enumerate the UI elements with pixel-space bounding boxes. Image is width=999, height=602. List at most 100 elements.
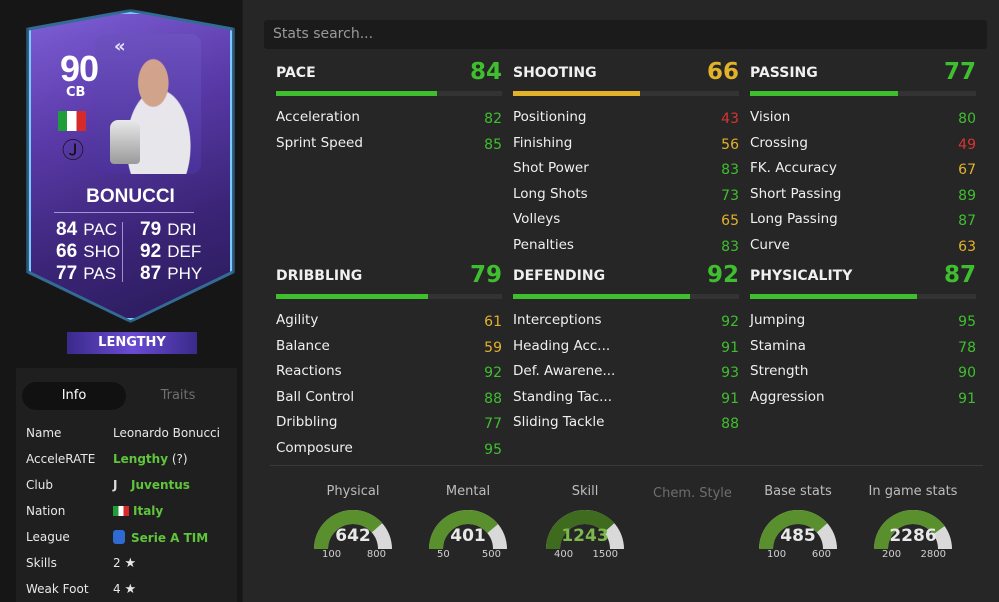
weak-foot-value: 4 bbox=[113, 582, 121, 596]
substat-value: 56 bbox=[721, 136, 739, 153]
substat-value: 61 bbox=[484, 314, 502, 330]
substat-name: Balance bbox=[276, 337, 330, 354]
substat-name: Positioning bbox=[513, 109, 587, 125]
gauge-base-stats: Base stats 485 100 600 bbox=[748, 484, 848, 560]
stat-category-shooting: SHOOTING 66 Positioning 43 Finishing 56 Shot P… bbox=[513, 59, 739, 257]
chem-style-label[interactable]: Chem. Style bbox=[653, 486, 732, 501]
substat-value: 95 bbox=[958, 314, 976, 330]
gauge-title: Base stats bbox=[764, 484, 832, 499]
category-value: 77 bbox=[943, 59, 976, 85]
gauge-value: 401 bbox=[450, 526, 486, 546]
category-value: 87 bbox=[943, 262, 976, 288]
substat-value: 43 bbox=[721, 111, 739, 127]
substat-row: Short Passing 89 bbox=[750, 180, 976, 206]
substat-name: Composure bbox=[276, 439, 353, 456]
substat-row: Vision 80 bbox=[750, 103, 976, 129]
info-row-club: Club J Juventus bbox=[26, 478, 231, 504]
info-key: Name bbox=[26, 426, 62, 440]
category-bar-fill bbox=[750, 91, 898, 96]
gauge-title: In game stats bbox=[868, 484, 958, 499]
info-value: Leonardo Bonucci bbox=[113, 426, 220, 440]
category-bar-fill bbox=[513, 294, 690, 299]
club-link[interactable]: Juventus bbox=[131, 478, 190, 492]
info-value[interactable]: Italy bbox=[113, 504, 163, 518]
stat-category-physicality: PHYSICALITY 87 Jumping 95 Stamina 78 Strength 9… bbox=[750, 262, 976, 408]
stats-search-input[interactable] bbox=[264, 20, 987, 49]
substat-name: Sliding Tackle bbox=[513, 414, 605, 431]
substat-row: FK. Accuracy 67 bbox=[750, 154, 976, 180]
substat-name: Jumping bbox=[750, 312, 806, 328]
card-stats-left: 84 PAC 66 SHO 77 PAS bbox=[56, 219, 120, 285]
double-chevron-left-icon[interactable]: « bbox=[114, 36, 126, 57]
card-stat-value: 66 bbox=[56, 241, 78, 262]
substat-row: Ball Control 88 bbox=[276, 383, 502, 409]
substat-list: Acceleration 82 Sprint Speed 85 bbox=[276, 103, 502, 154]
info-value[interactable]: Serie A TIM bbox=[113, 530, 208, 545]
substat-value: 92 bbox=[721, 314, 739, 330]
substat-row: Balance 59 bbox=[276, 332, 502, 358]
category-title: DEFENDING bbox=[513, 268, 606, 284]
nation-link[interactable]: Italy bbox=[133, 504, 163, 518]
info-key: AcceleRATE bbox=[26, 452, 96, 466]
help-icon[interactable]: (?) bbox=[172, 452, 188, 466]
info-row-name: Name Leonardo Bonucci bbox=[26, 426, 231, 452]
info-value[interactable]: J Juventus bbox=[113, 478, 190, 492]
substat-value: 77 bbox=[484, 416, 502, 433]
substat-list: Agility 61 Balance 59 Reactions 92 Ball Contro… bbox=[276, 306, 502, 460]
substat-name: Dribbling bbox=[276, 414, 338, 431]
category-title: PASSING bbox=[750, 65, 818, 81]
italy-mini-flag-icon bbox=[113, 506, 129, 516]
substat-value: 87 bbox=[958, 213, 976, 230]
substat-row: Finishing 56 bbox=[513, 129, 739, 155]
info-key: Nation bbox=[26, 504, 66, 518]
juventus-crest-icon: Ⓙ bbox=[62, 139, 85, 164]
substat-name: Curve bbox=[750, 236, 790, 253]
substat-value: 65 bbox=[721, 213, 739, 230]
substat-row: Acceleration 82 bbox=[276, 103, 502, 129]
substat-value: 92 bbox=[484, 365, 502, 382]
substat-name: Def. Awarene... bbox=[513, 363, 616, 380]
substat-row: Volleys 65 bbox=[513, 205, 739, 231]
substat-row: Positioning 43 bbox=[513, 103, 739, 129]
substat-value: 80 bbox=[958, 111, 976, 127]
substat-name: Penalties bbox=[513, 236, 574, 253]
category-header: SHOOTING 66 bbox=[513, 59, 739, 96]
card-stats-divider bbox=[122, 222, 123, 282]
substat-name: Vision bbox=[750, 109, 791, 125]
card-stat-value: 77 bbox=[56, 263, 78, 284]
gauge-min: 50 bbox=[437, 549, 450, 560]
league-link[interactable]: Serie A TIM bbox=[131, 531, 208, 545]
category-bar-fill bbox=[276, 91, 437, 96]
category-value: 66 bbox=[706, 59, 739, 85]
substat-name: FK. Accuracy bbox=[750, 160, 837, 177]
category-value: 92 bbox=[706, 262, 739, 288]
substat-row: Sliding Tackle 88 bbox=[513, 408, 739, 434]
info-key: League bbox=[26, 530, 70, 544]
card-player-name: BONUCCI bbox=[86, 186, 175, 207]
category-title: DRIBBLING bbox=[276, 268, 363, 284]
substat-name: Shot Power bbox=[513, 160, 589, 177]
skills-value: 2 bbox=[113, 556, 121, 570]
substat-value: 73 bbox=[721, 187, 739, 204]
substat-name: Long Passing bbox=[750, 211, 838, 228]
category-bar-fill bbox=[513, 91, 640, 96]
substat-name: Ball Control bbox=[276, 388, 355, 405]
accelerate-value[interactable]: Lengthy bbox=[113, 452, 168, 466]
substat-row: Composure 95 bbox=[276, 434, 502, 460]
tab-info[interactable]: Info bbox=[22, 382, 126, 410]
substat-row: Def. Awarene... 93 bbox=[513, 357, 739, 383]
card-stat-label: PHY bbox=[167, 264, 203, 283]
info-row-league: League Serie A TIM bbox=[26, 530, 231, 556]
substat-row: Standing Tac... 91 bbox=[513, 383, 739, 409]
gauge-max: 500 bbox=[481, 549, 501, 560]
substat-value: 91 bbox=[958, 390, 976, 407]
card-stats-right: 79 DRI 92 DEF 87 PHY bbox=[140, 219, 202, 285]
gauge-skill: Skill 1243 400 1500 bbox=[535, 484, 635, 560]
substat-list: Interceptions 92 Heading Acc... 91 Def. Awar… bbox=[513, 306, 739, 434]
tab-traits[interactable]: Traits bbox=[126, 382, 230, 410]
category-header: DRIBBLING 79 bbox=[276, 262, 502, 299]
info-value: 2 ★ bbox=[113, 556, 136, 571]
gauge-title: Physical bbox=[326, 484, 380, 499]
substat-row: Curve 63 bbox=[750, 231, 976, 257]
substat-value: 67 bbox=[958, 162, 976, 179]
